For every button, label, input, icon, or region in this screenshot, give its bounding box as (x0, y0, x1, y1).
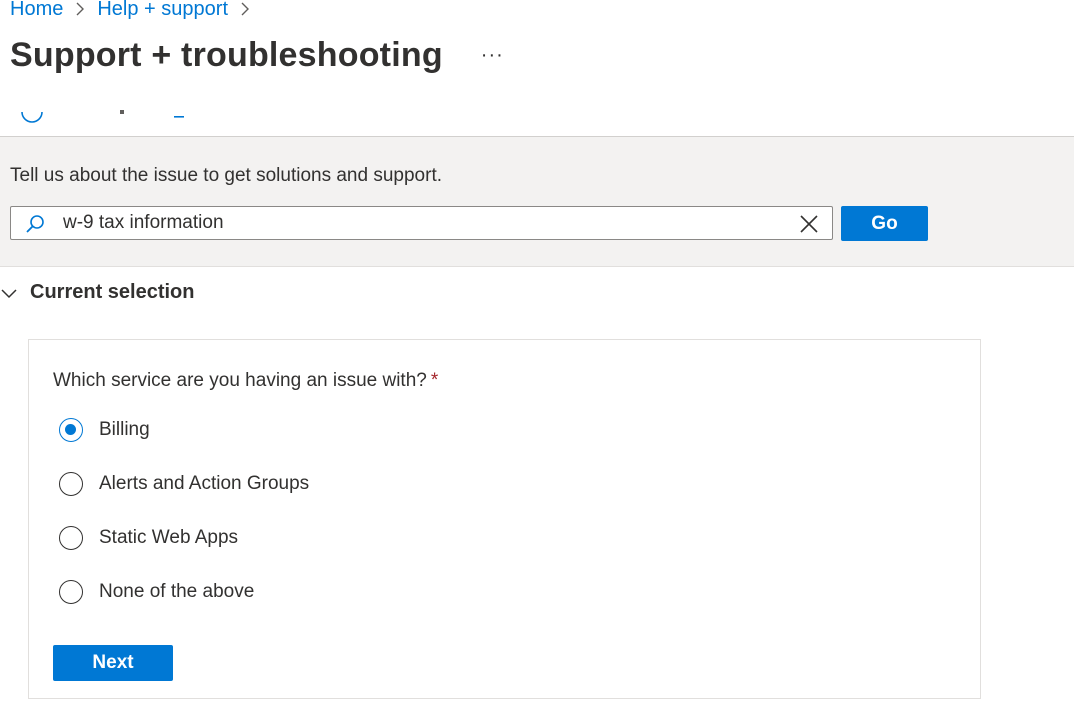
title-row: Support + troubleshooting ··· (10, 36, 504, 75)
chevron-right-icon (75, 1, 85, 17)
radio-option-billing[interactable]: Billing (59, 418, 150, 442)
radio-label: Static Web Apps (99, 527, 239, 548)
service-selection-card: Which service are you having an issue wi… (28, 339, 981, 699)
next-button[interactable]: Next (53, 645, 173, 681)
search-banner: Tell us about the issue to get solutions… (0, 136, 1074, 267)
radio-label: Alerts and Action Groups (99, 473, 310, 494)
required-marker: * (430, 370, 439, 391)
breadcrumb-home-link[interactable]: Home (10, 0, 63, 21)
radio-button[interactable] (59, 526, 83, 550)
radio-option-none[interactable]: None of the above (59, 580, 254, 604)
chevron-down-icon (0, 284, 18, 302)
search-input[interactable] (63, 207, 783, 239)
scrolled-content-fragment (20, 106, 200, 124)
breadcrumb: Home Help + support (10, 0, 262, 24)
close-icon[interactable] (798, 213, 820, 235)
go-button[interactable]: Go (841, 206, 928, 241)
search-box (10, 206, 833, 240)
section-title: Current selection (30, 281, 195, 303)
radio-button[interactable] (59, 580, 83, 604)
more-options-button[interactable]: ··· (481, 44, 504, 67)
page-title: Support + troubleshooting (10, 36, 443, 74)
search-icon (25, 214, 45, 234)
radio-label: None of the above (99, 581, 255, 602)
chevron-right-icon (240, 1, 250, 17)
service-question: Which service are you having an issue wi… (53, 370, 438, 392)
question-label: Which service are you having an issue wi… (53, 370, 427, 391)
radio-button[interactable] (59, 418, 83, 442)
current-selection-toggle[interactable]: Current selection (0, 281, 194, 304)
banner-prompt: Tell us about the issue to get solutions… (10, 165, 442, 186)
breadcrumb-help-support-link[interactable]: Help + support (97, 0, 228, 21)
radio-button[interactable] (59, 472, 83, 496)
radio-label: Billing (99, 419, 150, 440)
radio-option-static-web-apps[interactable]: Static Web Apps (59, 526, 238, 550)
radio-option-alerts[interactable]: Alerts and Action Groups (59, 472, 309, 496)
